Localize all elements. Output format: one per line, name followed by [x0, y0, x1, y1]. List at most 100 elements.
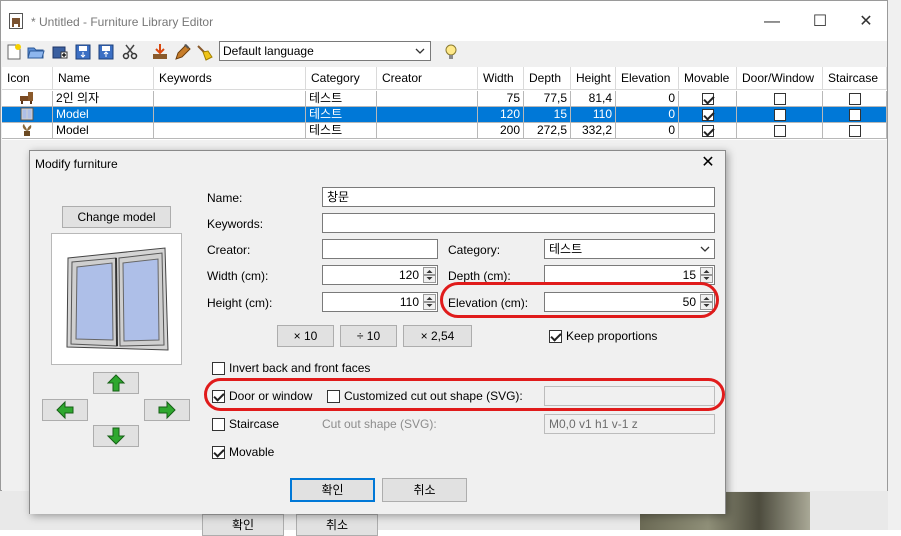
movable-checkbox[interactable]	[701, 108, 714, 121]
name-input[interactable]: 창문	[322, 187, 715, 207]
door-or-window-checkbox[interactable]	[212, 390, 225, 403]
keep-proportions-label: Keep proportions	[566, 329, 658, 343]
column-header-width[interactable]: Width	[478, 67, 524, 90]
maximize-button[interactable]: ☐	[805, 9, 835, 35]
table-cell-category: 테스트	[306, 123, 377, 139]
column-header-creator[interactable]: Creator	[377, 67, 478, 90]
column-header-icon[interactable]: Icon	[2, 67, 53, 90]
column-header-keywords[interactable]: Keywords	[154, 67, 306, 90]
language-select[interactable]: Default language	[219, 41, 431, 61]
background-ok-button[interactable]: 확인	[202, 514, 284, 536]
creator-label: Creator:	[207, 243, 251, 257]
clean-icon[interactable]	[196, 43, 214, 61]
table-row[interactable]: Model 테스트 120 15 110 0	[2, 107, 887, 123]
depth-value: 15	[682, 268, 696, 282]
spinner-arrows-icon[interactable]	[423, 294, 436, 310]
cancel-button[interactable]: 취소	[382, 478, 467, 502]
custom-cutout-checkbox[interactable]	[327, 390, 340, 403]
column-header-door-window[interactable]: Door/Window	[737, 67, 823, 90]
table-cell-creator	[377, 91, 478, 107]
table-cell-name: 2인 의자	[53, 91, 154, 107]
staircase-checkbox[interactable]	[848, 92, 861, 105]
table-cell-depth: 272,5	[524, 123, 571, 139]
column-header-depth[interactable]: Depth	[524, 67, 571, 90]
column-header-staircase[interactable]: Staircase	[823, 67, 887, 90]
change-model-button[interactable]: Change model	[62, 206, 171, 228]
add-icon[interactable]	[51, 43, 69, 61]
table-cell-elevation: 0	[616, 123, 679, 139]
table-cell-height: 110	[571, 107, 616, 123]
scale-divide-10-button[interactable]: ÷ 10	[340, 325, 397, 347]
table-row[interactable]: Model 테스트 200 272,5 332,2 0	[2, 123, 887, 139]
height-value: 110	[399, 295, 419, 309]
staircase-checkbox[interactable]	[848, 124, 861, 137]
new-icon[interactable]	[5, 43, 23, 61]
ok-button[interactable]: 확인	[290, 478, 375, 502]
background-cancel-button[interactable]: 취소	[296, 514, 378, 536]
spinner-arrows-icon[interactable]	[423, 267, 436, 283]
invert-faces-checkbox[interactable]	[212, 362, 225, 375]
save-icon[interactable]	[74, 43, 92, 61]
model-preview	[51, 233, 182, 365]
table-row[interactable]: 2인 의자 테스트 75 77,5 81,4 0	[2, 91, 887, 107]
custom-cutout-input[interactable]	[544, 386, 715, 406]
column-header-elevation[interactable]: Elevation	[616, 67, 679, 90]
column-header-category[interactable]: Category	[306, 67, 377, 90]
cutout-shape-input[interactable]: M0,0 v1 h1 v-1 z	[544, 414, 715, 434]
rotate-right-button[interactable]	[144, 399, 190, 421]
window-model-preview	[66, 247, 169, 351]
column-header-name[interactable]: Name	[53, 67, 154, 90]
scale-times-10-button[interactable]: × 10	[277, 325, 334, 347]
rotate-up-button[interactable]	[93, 372, 139, 394]
movable-checkbox[interactable]	[212, 446, 225, 459]
column-header-movable[interactable]: Movable	[679, 67, 737, 90]
staircase-checkbox[interactable]	[848, 108, 861, 121]
minimize-button[interactable]: —	[757, 9, 787, 35]
category-select[interactable]: 테스트	[544, 239, 715, 259]
column-header-height[interactable]: Height	[571, 67, 616, 90]
table-cell-category: 테스트	[306, 107, 377, 123]
keywords-input[interactable]	[322, 213, 715, 233]
cut-icon[interactable]	[121, 43, 139, 61]
close-window-button[interactable]: ✕	[851, 9, 881, 35]
name-label: Name:	[207, 191, 243, 205]
spinner-arrows-icon[interactable]	[700, 294, 713, 310]
table-cell-keywords	[154, 123, 306, 139]
scale-times-254-button[interactable]: × 2,54	[403, 325, 472, 347]
door-or-window-label: Door or window	[229, 389, 313, 403]
door-window-checkbox[interactable]	[773, 124, 786, 137]
staircase-checkbox[interactable]	[212, 418, 225, 431]
dialog-close-button[interactable]: ✕	[699, 154, 717, 172]
rotate-left-button[interactable]	[42, 399, 88, 421]
table-cell-staircase	[823, 91, 887, 107]
category-select-value: 테스트	[549, 242, 583, 256]
movable-checkbox[interactable]	[701, 124, 714, 137]
width-spinner[interactable]: 120	[322, 265, 438, 285]
table-cell-movable	[679, 91, 737, 107]
keep-proportions-checkbox[interactable]	[549, 330, 562, 343]
spinner-arrows-icon[interactable]	[700, 267, 713, 283]
import-icon[interactable]	[151, 43, 169, 61]
table-cell-width: 200	[478, 123, 524, 139]
save-as-icon[interactable]	[97, 43, 115, 61]
height-spinner[interactable]: 110	[322, 292, 438, 312]
elevation-spinner[interactable]: 50	[544, 292, 715, 312]
custom-cutout-label: Customized cut out shape (SVG):	[344, 389, 523, 403]
rotate-down-button[interactable]	[93, 425, 139, 447]
depth-spinner[interactable]: 15	[544, 265, 715, 285]
creator-input[interactable]	[322, 239, 438, 259]
table-cell-depth: 77,5	[524, 91, 571, 107]
table-cell-door-window	[737, 91, 823, 107]
chair-icon	[2, 91, 53, 107]
language-select-value: Default language	[223, 44, 314, 58]
table-cell-movable	[679, 123, 737, 139]
edit-icon[interactable]	[173, 43, 191, 61]
table-cell-keywords	[154, 107, 306, 123]
help-icon[interactable]	[442, 43, 460, 61]
open-icon[interactable]	[27, 43, 45, 61]
door-window-checkbox[interactable]	[773, 92, 786, 105]
door-window-checkbox[interactable]	[773, 108, 786, 121]
movable-checkbox[interactable]	[701, 92, 714, 105]
category-label: Category:	[448, 243, 501, 257]
arrow-down-icon	[106, 427, 126, 445]
